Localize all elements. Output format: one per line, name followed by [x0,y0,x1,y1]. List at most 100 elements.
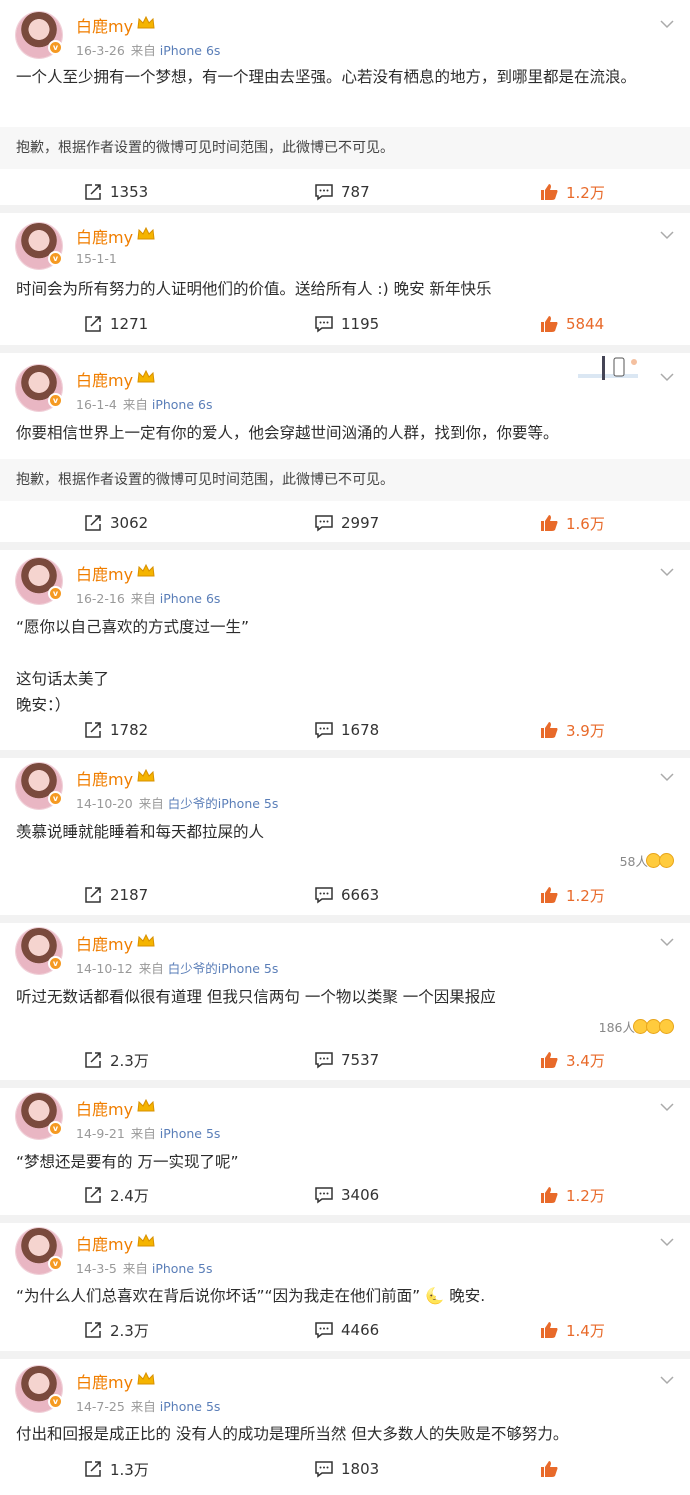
post-date[interactable]: 14-7-25 [76,1399,125,1414]
repost-count: 2.3万 [110,1321,149,1340]
source-prefix: 来自 [138,796,164,811]
comment-button[interactable]: 1803 [314,1457,379,1481]
repost-button[interactable]: 1353 [84,180,148,204]
post-meta: 14-9-21 来自 iPhone 5s [76,1123,220,1142]
post-date[interactable]: 16-2-16 [76,591,125,606]
chevron-down-icon[interactable] [660,20,674,29]
comment-icon [315,1461,333,1478]
chevron-down-icon[interactable] [660,231,674,240]
verified-badge-icon: v [48,1121,63,1136]
like-button[interactable]: 1.2万 [540,180,605,204]
divider [0,915,690,923]
post-date[interactable]: 14-3-5 [76,1261,117,1276]
author-name[interactable]: 白鹿my [76,224,133,248]
comment-count: 7537 [341,1051,380,1069]
author-name[interactable]: 白鹿my [76,1096,133,1120]
chevron-down-icon[interactable] [660,568,674,577]
reaction-summary[interactable]: 186人 [599,1017,674,1036]
post-text: 听过无数话都看似很有道理 但我只信两句 一个物以类聚 一个因果报应 [16,988,496,1006]
thumbs-up-icon [541,1187,558,1203]
repost-icon [85,887,101,903]
repost-count: 1782 [110,721,149,739]
comment-count: 4466 [341,1321,380,1339]
comment-button[interactable]: 1195 [314,312,379,336]
post-text: 付出和回报是成正比的 没有人的成功是理所当然 但大多数人的失败是不够努力。 [16,1425,569,1443]
verified-badge-icon: v [48,251,63,266]
author-name[interactable]: 白鹿my [76,931,133,955]
source-device[interactable]: iPhone 5s [160,1399,221,1414]
author-name[interactable]: 白鹿my [76,1369,133,1393]
post-meta: 15-1-1 [76,251,117,266]
chevron-down-icon[interactable] [660,373,674,382]
like-count: 1.2万 [566,183,605,202]
source-device[interactable]: 白少爷的iPhone 5s [168,961,279,976]
like-count: 3.4万 [566,1051,605,1070]
like-button[interactable]: 1.6万 [540,511,605,535]
chevron-down-icon[interactable] [660,1238,674,1247]
post-meta: 14-10-12 来自 白少爷的iPhone 5s [76,958,278,977]
divider [0,1351,690,1359]
like-button[interactable] [540,1457,566,1481]
source-device[interactable]: iPhone 5s [160,1126,221,1141]
verified-badge-icon: v [48,956,63,971]
source-device[interactable]: iPhone 5s [152,1261,213,1276]
repost-button[interactable]: 1.3万 [84,1457,149,1481]
author-name[interactable]: 白鹿my [76,367,133,391]
source-device[interactable]: iPhone 6s [160,43,221,58]
post-date[interactable]: 15-1-1 [76,251,117,266]
repost-button[interactable]: 1782 [84,718,148,742]
source-device[interactable]: 白少爷的iPhone 5s [168,796,279,811]
comment-button[interactable]: 7537 [314,1048,379,1072]
repost-button[interactable]: 1271 [84,312,148,336]
comment-count: 1803 [341,1460,380,1478]
reaction-summary[interactable]: 58人 [620,851,674,870]
divider [0,1215,690,1223]
chevron-down-icon[interactable] [660,773,674,782]
author-name[interactable]: 白鹿my [76,561,133,585]
like-button[interactable]: 3.9万 [540,718,605,742]
action-bar: 1353 787 1.2万 [0,180,690,204]
repost-button[interactable]: 2.4万 [84,1183,149,1207]
comment-count: 1195 [341,315,380,333]
like-button[interactable]: 3.4万 [540,1048,605,1072]
post-date[interactable]: 14-9-21 [76,1126,125,1141]
author-name[interactable]: 白鹿my [76,13,133,37]
verified-badge-icon: v [48,586,63,601]
divider [0,542,690,550]
source-device[interactable]: iPhone 6s [152,397,213,412]
repost-button[interactable]: 2187 [84,883,148,907]
post-date[interactable]: 14-10-20 [76,796,133,811]
crown-icon [137,226,155,240]
chevron-down-icon[interactable] [660,1376,674,1385]
post-date[interactable]: 14-10-12 [76,961,133,976]
comment-button[interactable]: 4466 [314,1318,379,1342]
chevron-down-icon[interactable] [660,938,674,947]
repost-button[interactable]: 2.3万 [84,1048,149,1072]
author-name[interactable]: 白鹿my [76,766,133,790]
comment-icon [315,1052,333,1069]
post-date[interactable]: 16-1-4 [76,397,117,412]
source-device[interactable]: iPhone 6s [160,591,221,606]
crown-icon [137,369,155,383]
comment-button[interactable]: 6663 [314,883,379,907]
like-button[interactable]: 5844 [540,312,604,336]
like-count: 1.2万 [566,886,605,905]
like-button[interactable]: 1.4万 [540,1318,605,1342]
comment-button[interactable]: 1678 [314,718,379,742]
repost-button[interactable]: 3062 [84,511,148,535]
comment-button[interactable]: 3406 [314,1183,379,1207]
verified-badge-icon: v [48,1256,63,1271]
reaction-count: 58人 [619,854,648,869]
thumbs-up-icon [541,887,558,903]
post-date[interactable]: 16-3-26 [76,43,125,58]
like-button[interactable]: 1.2万 [540,883,605,907]
like-button[interactable]: 1.2万 [540,1183,605,1207]
chevron-down-icon[interactable] [660,1103,674,1112]
comment-button[interactable]: 2997 [314,511,379,535]
repost-button[interactable]: 2.3万 [84,1318,149,1342]
action-bar: 2.4万 3406 1.2万 [0,1183,690,1207]
action-bar: 1.3万 1803 [0,1457,690,1481]
comment-count: 787 [341,183,370,201]
author-name[interactable]: 白鹿my [76,1231,133,1255]
comment-button[interactable]: 787 [314,180,370,204]
